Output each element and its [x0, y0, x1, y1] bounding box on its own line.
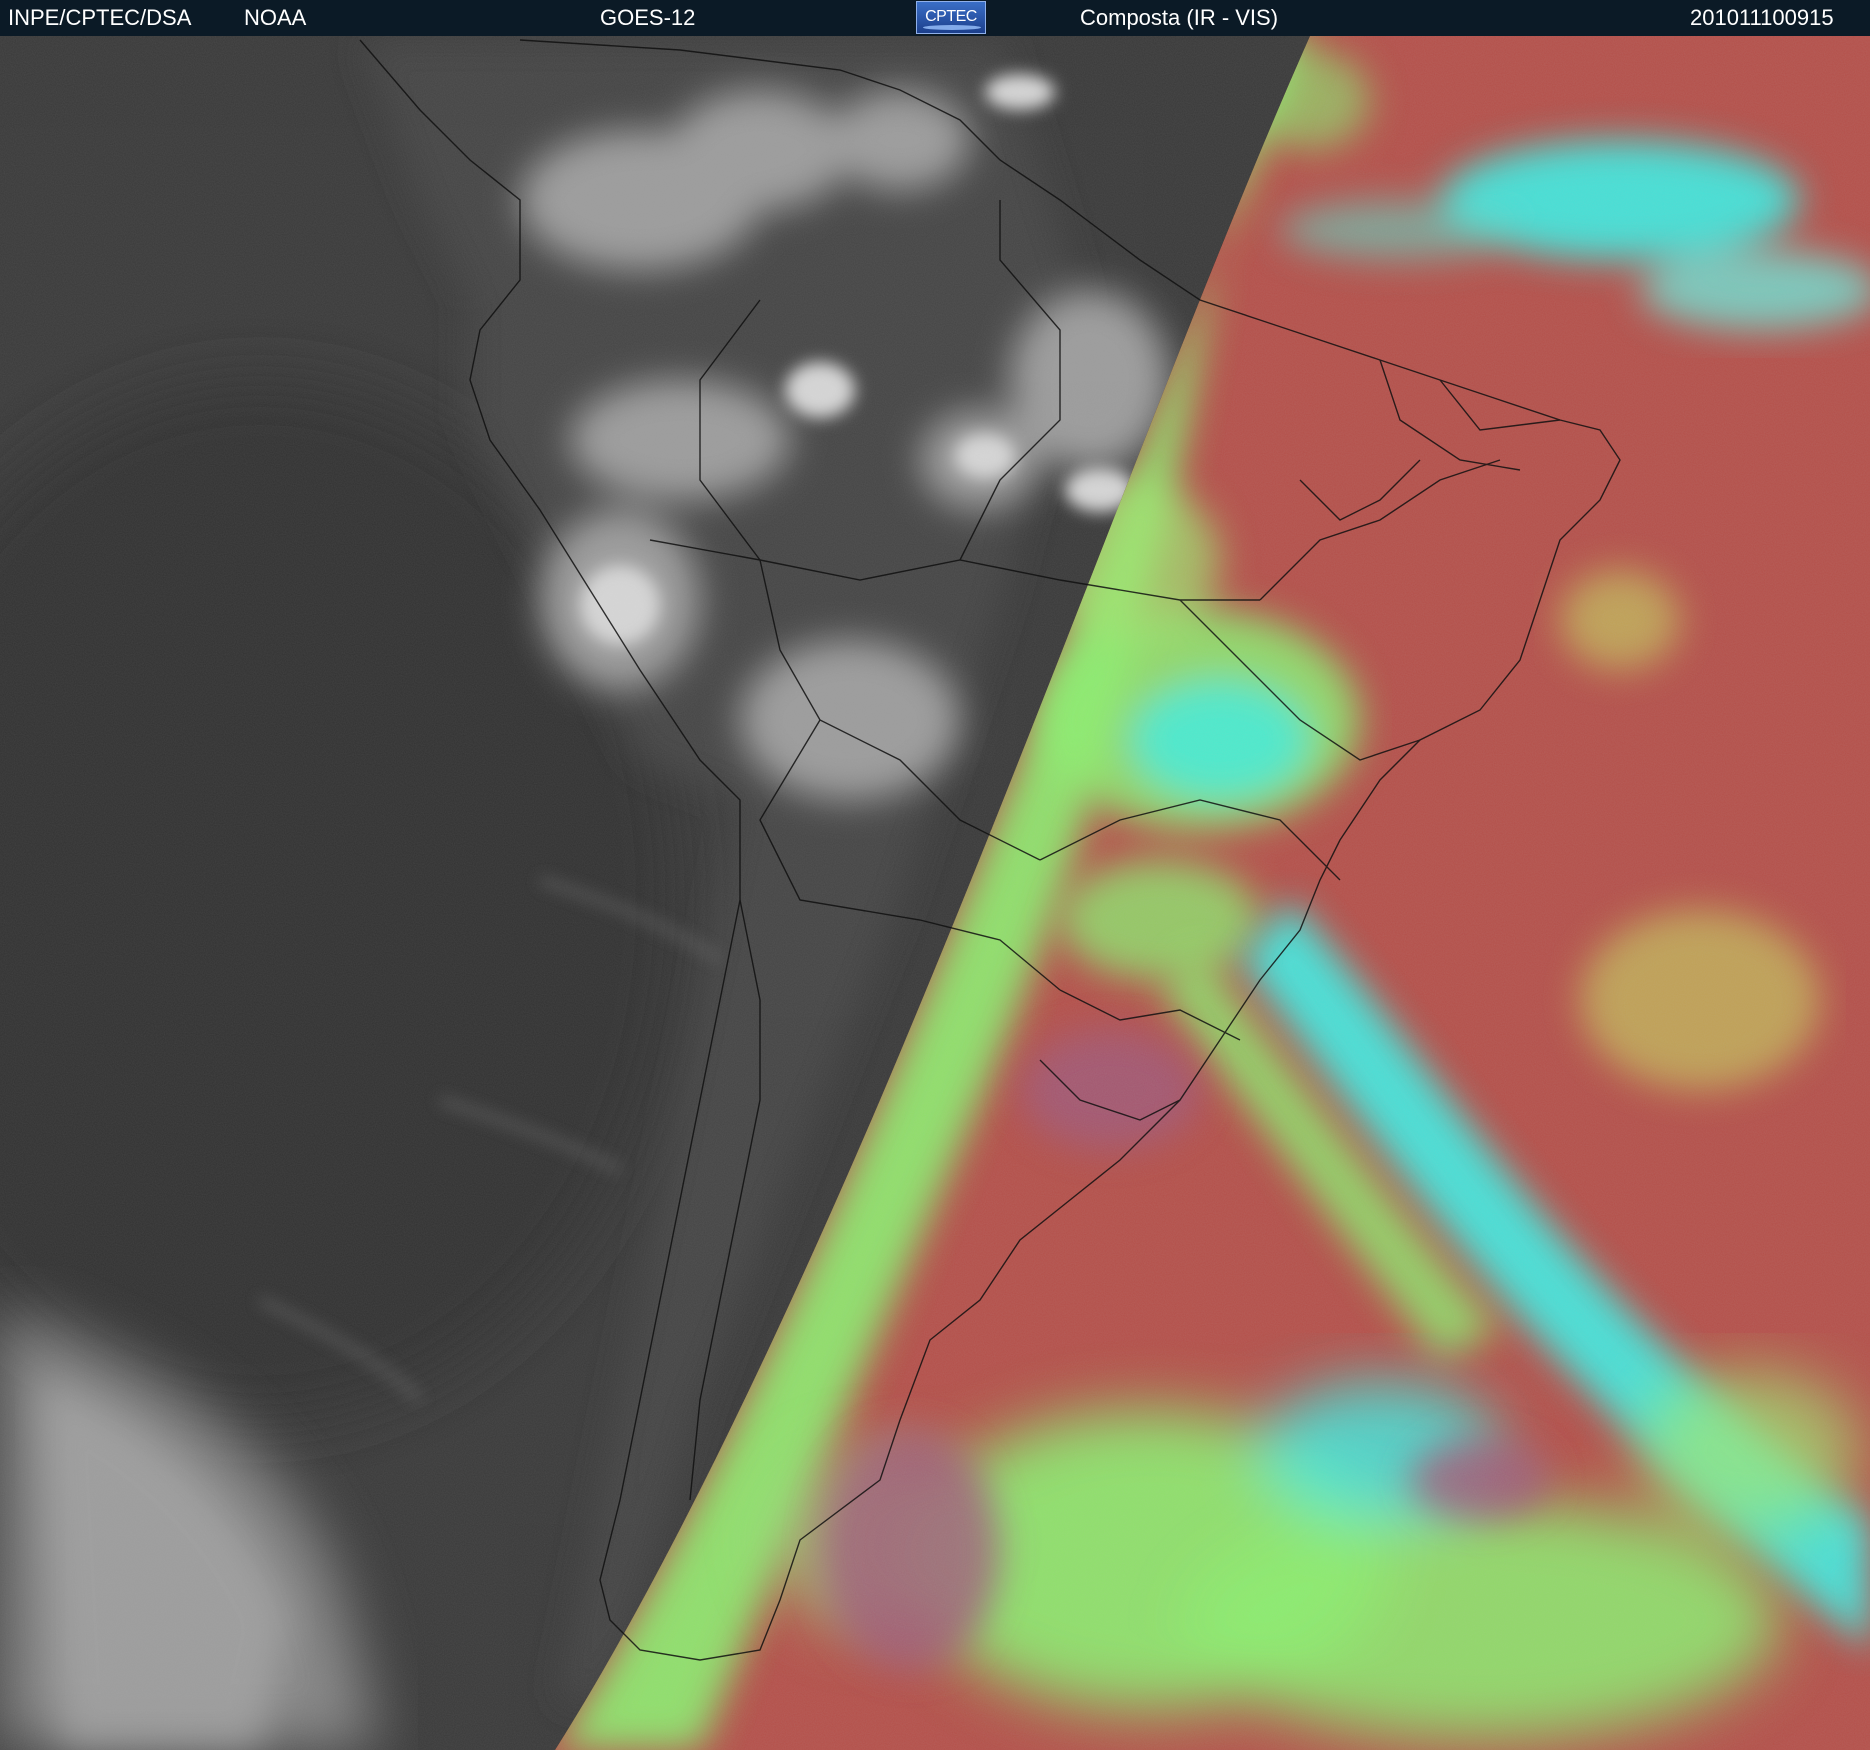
satellite-label: GOES-12: [600, 5, 696, 30]
logo-text: CPTEC: [925, 8, 977, 25]
header-bar: INPE/CPTEC/DSA NOAA GOES-12 CPTEC Compos…: [0, 0, 1870, 36]
agency-label: NOAA: [244, 5, 307, 30]
institution-label: INPE/CPTEC/DSA: [8, 5, 192, 30]
cptec-logo: CPTEC: [916, 1, 986, 34]
product-label: Composta (IR - VIS): [1080, 5, 1279, 30]
satellite-image: [0, 36, 1870, 1750]
timestamp-label: 201011100915: [1690, 5, 1834, 30]
